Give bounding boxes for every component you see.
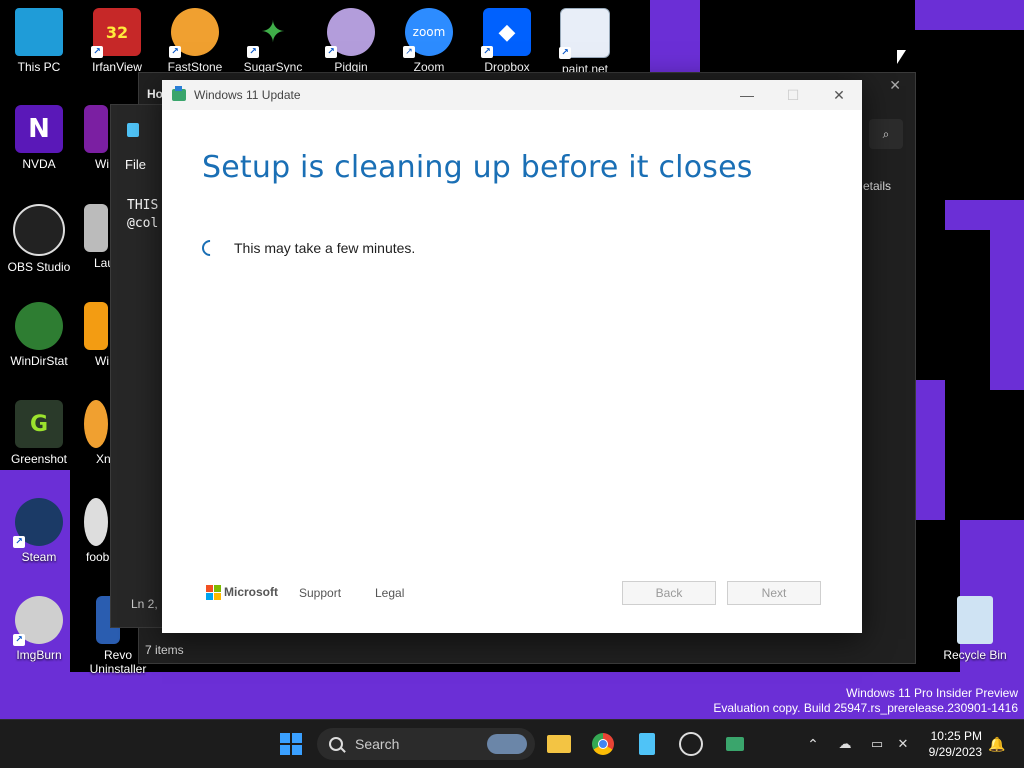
desktop-icon-windirstat[interactable]: WinDirStat <box>0 302 78 368</box>
wallpaper-shape <box>915 0 1024 30</box>
eye-icon: ↗ <box>169 8 219 58</box>
dialog-titlebar[interactable]: Windows 11 Update — ☐ ✕ <box>162 80 862 110</box>
desktop-icon-zoom[interactable]: zoom ↗ Zoom <box>390 8 468 74</box>
next-button[interactable]: Next <box>727 581 821 605</box>
shortcut-arrow-icon: ↗ <box>247 46 259 58</box>
taskbar-search[interactable]: Search <box>317 728 535 760</box>
shortcut-arrow-icon: ↗ <box>559 47 571 59</box>
xnview-icon <box>84 400 108 448</box>
desktop-icon-sugarsync[interactable]: ✦ ↗ SugarSync <box>234 8 312 75</box>
desktop-icon-paintnet[interactable]: ↗ paint.net <box>546 8 624 76</box>
progress-row: This may take a few minutes. <box>198 236 416 260</box>
support-link[interactable]: Support <box>299 586 341 600</box>
shortcut-arrow-icon: ↗ <box>403 46 415 58</box>
desktop-icon-imgburn[interactable]: ↗ ImgBurn <box>0 596 78 662</box>
notification-bell-icon[interactable]: 🔔 <box>982 729 1012 759</box>
greenshot-icon: G <box>15 400 63 448</box>
close-button[interactable]: ✕ <box>816 80 862 110</box>
taskbar-clock[interactable]: 10:25 PM 9/29/2023 <box>929 728 982 760</box>
taskbar: Search ⌃ ☁ ▭ ✕ 10:25 PM 9/29/2023 🔔 <box>0 719 1024 768</box>
desktop-icon-obs[interactable]: OBS Studio <box>0 204 78 274</box>
chevron-up-icon[interactable]: ⌃ <box>798 729 828 759</box>
desktop-icon-greenshot[interactable]: G Greenshot <box>0 400 78 466</box>
desktop-icon-partial[interactable]: foob <box>78 498 114 564</box>
shortcut-arrow-icon: ↗ <box>13 536 25 548</box>
search-icon <box>329 737 343 751</box>
foobar-icon <box>84 498 108 546</box>
notepad-text[interactable]: THIS @col <box>127 197 158 233</box>
desktop-icon-partial[interactable]: Wi <box>78 105 114 171</box>
chrome-icon <box>592 733 614 755</box>
desktop-icon-partial[interactable]: Wi <box>78 302 114 368</box>
start-button[interactable] <box>276 729 306 759</box>
update-app-icon <box>726 737 744 751</box>
monitor-icon <box>15 8 63 56</box>
desktop-icon-faststone[interactable]: ↗ FastStone <box>156 8 234 74</box>
evaluation-watermark: Windows 11 Pro Insider Preview Evaluatio… <box>713 686 1018 715</box>
shortcut-arrow-icon: ↗ <box>169 46 181 58</box>
winrar-icon <box>84 105 108 153</box>
desktop-icon-steam[interactable]: ↗ Steam <box>0 498 78 564</box>
windows-logo-icon <box>280 733 302 755</box>
desktop-icon-partial[interactable]: Lau <box>78 204 114 270</box>
desktop-icon-dropbox[interactable]: ◆ ↗ Dropbox <box>468 8 546 74</box>
progress-text: This may take a few minutes. <box>234 240 416 256</box>
update-dialog: Windows 11 Update — ☐ ✕ Setup is cleanin… <box>162 80 862 633</box>
desktop-icon-this-pc[interactable]: This PC <box>0 8 78 74</box>
desktop-icon-irfanview[interactable]: 32 ↗ IrfanView <box>78 8 156 74</box>
wallpaper-shape <box>915 380 945 520</box>
folder-icon <box>547 735 571 753</box>
microsoft-squares-icon <box>206 585 221 600</box>
chrome-taskbar-button[interactable] <box>588 729 618 759</box>
update-taskbar-button[interactable] <box>720 729 750 759</box>
launcher-icon <box>84 204 108 252</box>
recycle-bin-icon <box>957 596 993 644</box>
tree-icon <box>15 302 63 350</box>
wallpaper-shape <box>990 230 1024 390</box>
pidgin-icon: ↗ <box>325 8 375 58</box>
notepad-taskbar-button[interactable] <box>632 729 662 759</box>
zoom-icon: zoom ↗ <box>403 8 453 58</box>
file-explorer-taskbar-button[interactable] <box>544 729 574 759</box>
desktop-icon-pidgin[interactable]: ↗ Pidgin <box>312 8 390 74</box>
app-icon <box>84 302 108 350</box>
wallpaper-shape <box>945 200 1024 230</box>
disc-icon: ↗ <box>13 596 63 646</box>
notepad-icon <box>127 123 139 137</box>
onedrive-icon[interactable]: ☁ <box>830 729 860 759</box>
irfanview-icon: 32 ↗ <box>91 8 141 58</box>
obs-icon <box>679 732 703 756</box>
dialog-footer: Microsoft Support Legal Back Next <box>162 581 862 611</box>
microsoft-logo: Microsoft <box>206 585 278 600</box>
dialog-heading: Setup is cleaning up before it closes <box>202 150 753 185</box>
steam-icon: ↗ <box>13 498 63 548</box>
maximize-button: ☐ <box>786 86 800 103</box>
search-highlight-icon <box>487 734 527 754</box>
desktop-icon-nvda[interactable]: N NVDA <box>0 105 78 171</box>
dialog-title: Windows 11 Update <box>194 88 301 102</box>
legal-link[interactable]: Legal <box>375 586 404 600</box>
obs-icon <box>13 204 65 256</box>
spinner-icon <box>198 236 222 260</box>
wallpaper-shape <box>650 0 700 80</box>
close-icon[interactable]: ✕ <box>889 77 901 94</box>
desktop-icon-partial[interactable]: Xn <box>78 400 114 466</box>
search-icon[interactable]: ⌕ <box>869 119 903 149</box>
shortcut-arrow-icon: ↗ <box>325 46 337 58</box>
volume-muted-icon[interactable]: ✕ <box>888 729 918 759</box>
update-app-icon <box>172 86 186 101</box>
minimize-button[interactable]: — <box>724 80 770 110</box>
mouse-cursor-icon <box>897 50 906 64</box>
hummingbird-icon: ✦ ↗ <box>247 8 297 58</box>
notepad-icon <box>639 733 655 755</box>
nvda-icon: N <box>15 105 63 153</box>
dropbox-icon: ◆ ↗ <box>481 8 531 58</box>
paint-icon: ↗ <box>559 8 610 59</box>
shortcut-arrow-icon: ↗ <box>91 46 103 58</box>
shortcut-arrow-icon: ↗ <box>13 634 25 646</box>
obs-taskbar-button[interactable] <box>676 729 706 759</box>
shortcut-arrow-icon: ↗ <box>481 46 493 58</box>
back-button[interactable]: Back <box>622 581 716 605</box>
desktop-icon-recycle-bin[interactable]: Recycle Bin <box>936 596 1014 662</box>
